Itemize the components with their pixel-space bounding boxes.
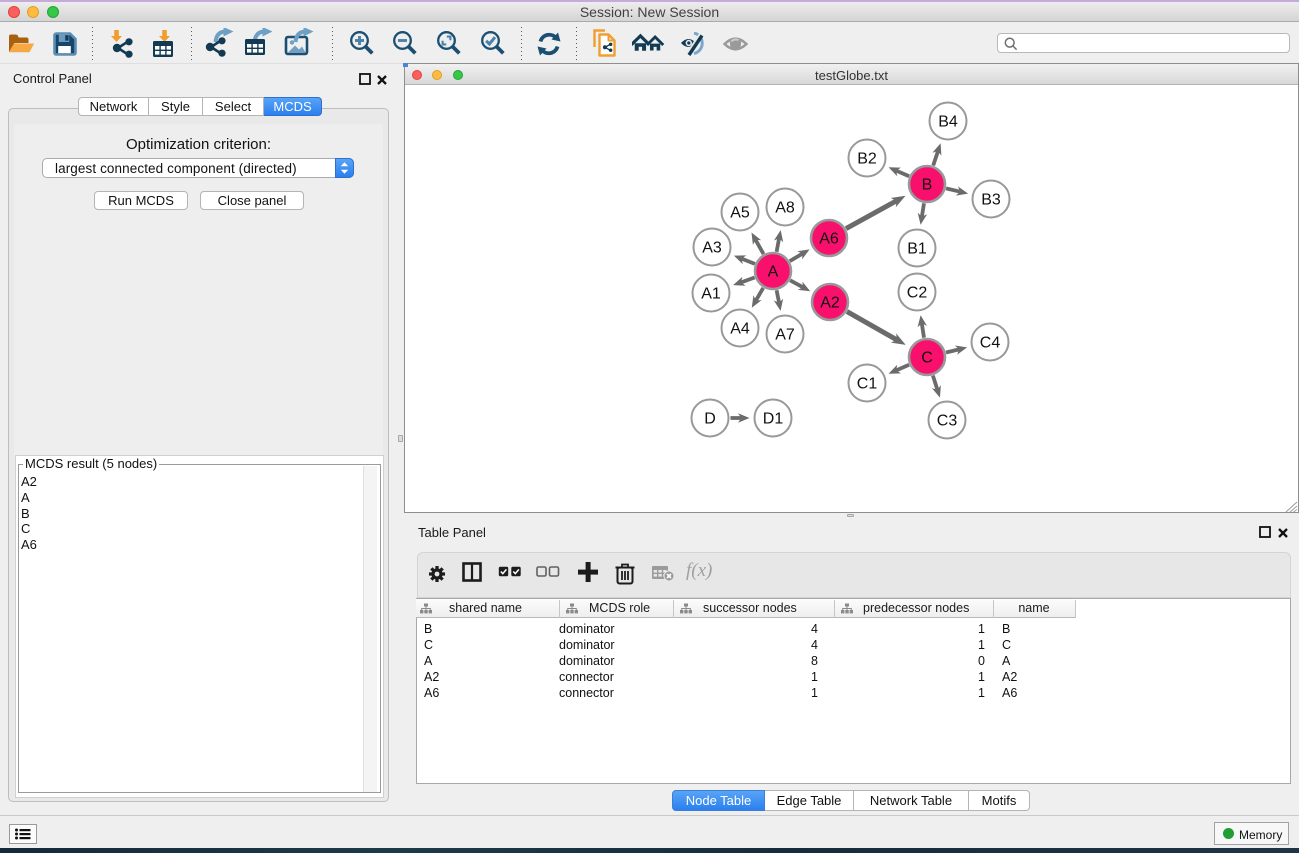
svg-text:A3: A3 [702, 240, 722, 257]
svg-text:B3: B3 [981, 192, 1001, 209]
svg-text:C1: C1 [857, 376, 878, 393]
svg-text:A6: A6 [819, 231, 839, 248]
svg-text:B4: B4 [938, 114, 958, 131]
svg-text:D: D [704, 411, 716, 428]
svg-text:B2: B2 [857, 151, 877, 168]
svg-text:A4: A4 [730, 321, 750, 338]
svg-text:C2: C2 [907, 285, 928, 302]
svg-text:A: A [768, 264, 779, 281]
svg-text:A5: A5 [730, 205, 750, 222]
svg-text:C4: C4 [980, 335, 1001, 352]
svg-text:B: B [922, 177, 933, 194]
svg-text:A2: A2 [820, 295, 840, 312]
svg-text:D1: D1 [763, 411, 784, 428]
svg-text:A8: A8 [775, 200, 795, 217]
svg-text:C3: C3 [937, 413, 958, 430]
svg-text:A7: A7 [775, 327, 795, 344]
svg-text:B1: B1 [907, 241, 927, 258]
svg-text:C: C [921, 350, 933, 367]
svg-text:A1: A1 [701, 286, 721, 303]
